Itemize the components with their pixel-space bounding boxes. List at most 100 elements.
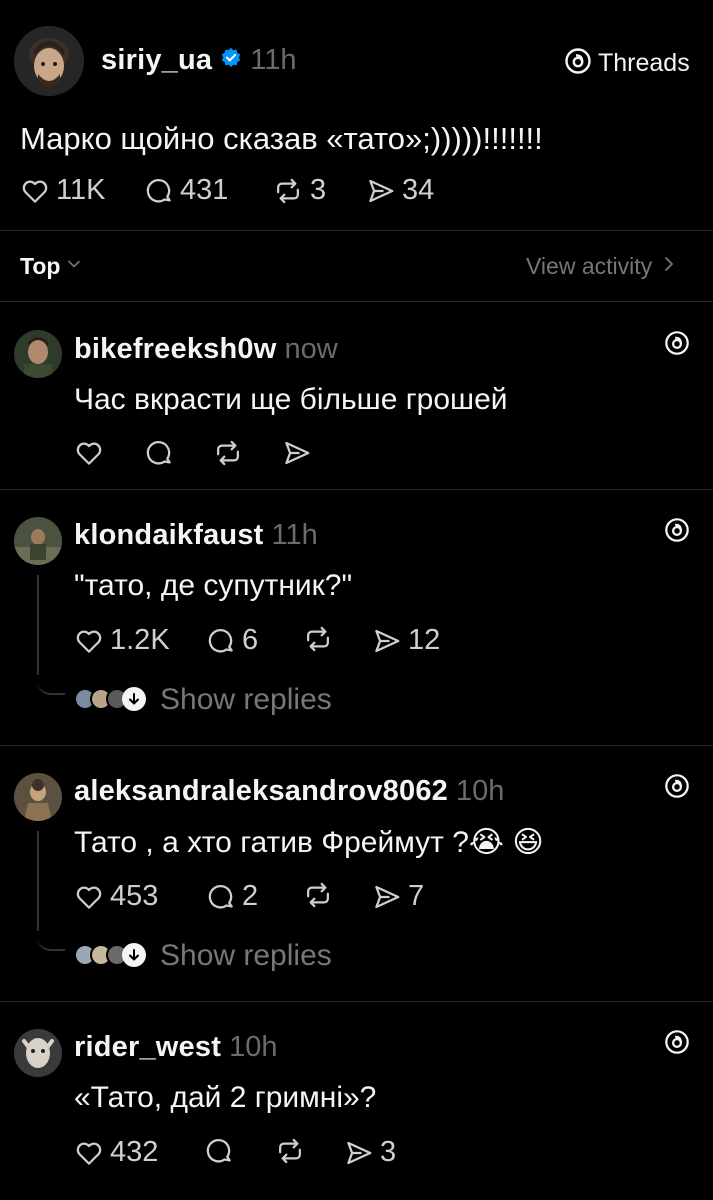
send-icon <box>344 1138 374 1168</box>
comment-text: Тато , а хто гатив Фреймут ?😭 😆 <box>74 826 544 859</box>
post-time: 11h <box>250 44 297 76</box>
comment-icon <box>206 626 236 656</box>
view-activity-link[interactable]: View activity <box>526 253 676 280</box>
show-replies-button[interactable]: Show replies <box>160 939 332 973</box>
comment-repost-button[interactable] <box>302 624 334 654</box>
comment-avatar[interactable] <box>14 1029 62 1077</box>
comment-like-button[interactable]: 453 <box>74 880 158 913</box>
threads-icon[interactable] <box>664 330 690 361</box>
comment-time: 10h <box>229 1031 278 1063</box>
threads-icon[interactable] <box>664 517 690 548</box>
repost-icon <box>272 176 304 206</box>
show-replies-button[interactable]: Show replies <box>160 683 332 717</box>
thread-curve <box>37 921 65 951</box>
post-header: siriy_ua 11h <box>101 44 296 77</box>
send-icon <box>366 176 396 206</box>
post-username[interactable]: siriy_ua <box>101 44 212 77</box>
comment-like-button[interactable]: 1.2K <box>74 624 170 657</box>
comment-icon <box>144 176 174 206</box>
post-repost-button[interactable]: 3 <box>272 174 326 207</box>
comment-share-button[interactable]: 3 <box>344 1136 396 1169</box>
comment-avatar[interactable] <box>14 517 62 565</box>
comment-share-button[interactable] <box>282 438 312 468</box>
comment-divider <box>0 1001 713 1002</box>
comment-reply-button[interactable] <box>204 1136 234 1166</box>
comment-divider <box>0 745 713 746</box>
heart-icon <box>74 882 104 912</box>
post-comment-button[interactable]: 431 <box>144 174 228 207</box>
comment-reply-button[interactable] <box>144 438 174 468</box>
chevron-right-icon <box>662 255 676 278</box>
comment-time: 10h <box>455 775 505 807</box>
comment-avatar[interactable] <box>14 773 62 821</box>
comment-header: klondaikfaust 11h <box>74 519 318 552</box>
sort-dropdown[interactable]: Top <box>20 253 82 280</box>
comment-text: Час вкрасти ще більше грошей <box>74 383 508 416</box>
comment-reply-count: 6 <box>242 624 259 656</box>
comment-text: "тато, де супутник?" <box>74 569 353 602</box>
comment-share-button[interactable]: 12 <box>372 624 440 657</box>
comment-header: rider_west 10h <box>74 1031 277 1064</box>
heart-icon <box>74 438 104 468</box>
comment-time: now <box>284 333 338 365</box>
comment-username[interactable]: rider_west <box>74 1031 221 1064</box>
arrow-down-icon <box>122 687 146 711</box>
thread-line <box>37 575 39 675</box>
post-divider <box>0 230 713 231</box>
comment-reply-button[interactable]: 2 <box>206 880 258 913</box>
threads-icon[interactable] <box>664 1029 690 1060</box>
threads-logo-icon <box>564 47 592 80</box>
post-author-avatar[interactable] <box>14 26 84 96</box>
reply-avatars[interactable] <box>74 943 154 970</box>
post-like-count: 11K <box>56 174 106 206</box>
send-icon <box>282 438 312 468</box>
comment-share-button[interactable]: 7 <box>372 880 424 913</box>
send-icon <box>372 882 402 912</box>
heart-icon <box>74 1138 104 1168</box>
post-like-button[interactable]: 11K <box>20 174 105 207</box>
repost-icon <box>212 438 244 468</box>
comment-icon <box>206 882 236 912</box>
heart-icon <box>74 626 104 656</box>
repost-icon <box>302 880 334 910</box>
comment-repost-button[interactable] <box>212 438 244 468</box>
threads-icon[interactable] <box>664 773 690 804</box>
comment-reply-button[interactable]: 6 <box>206 624 258 657</box>
post-share-count: 34 <box>402 174 435 206</box>
comment-like-count: 453 <box>110 880 159 912</box>
comment-repost-button[interactable] <box>302 880 334 910</box>
repost-icon <box>302 624 334 654</box>
comment-icon <box>204 1136 234 1166</box>
comment-like-count: 432 <box>110 1136 159 1168</box>
comment-share-count: 12 <box>408 624 441 656</box>
chevron-down-icon <box>66 256 82 277</box>
comment-divider <box>0 489 713 490</box>
arrow-down-icon <box>122 943 146 967</box>
comment-avatar[interactable] <box>14 330 62 378</box>
comment-icon <box>144 438 174 468</box>
comment-repost-button[interactable] <box>274 1136 306 1166</box>
post-comment-count: 431 <box>180 174 229 206</box>
comment-share-count: 7 <box>408 880 425 912</box>
thread-curve <box>37 665 65 695</box>
comment-like-button[interactable] <box>74 438 104 468</box>
comment-username[interactable]: aleksandraleksandrov8062 <box>74 775 448 808</box>
send-icon <box>372 626 402 656</box>
post-repost-count: 3 <box>310 174 327 206</box>
filter-divider <box>0 301 713 302</box>
comment-like-count: 1.2K <box>110 624 170 656</box>
comment-like-button[interactable]: 432 <box>74 1136 158 1169</box>
post-text: Марко щойно сказав «тато»;)))))!!!!!!! <box>20 121 543 156</box>
comment-username[interactable]: bikefreeksh0w <box>74 333 277 366</box>
repost-icon <box>274 1136 306 1166</box>
threads-label: Threads <box>598 49 690 77</box>
threads-brand[interactable]: Threads <box>564 47 690 80</box>
thread-line <box>37 831 39 931</box>
comment-text: «Тато, дай 2 гримні»? <box>74 1081 377 1114</box>
comment-share-count: 3 <box>380 1136 397 1168</box>
comment-username[interactable]: klondaikfaust <box>74 519 264 552</box>
post-share-button[interactable]: 34 <box>366 174 434 207</box>
reply-avatars[interactable] <box>74 687 154 714</box>
comment-time: 11h <box>271 519 318 551</box>
comment-header: aleksandraleksandrov8062 10h <box>74 775 504 808</box>
